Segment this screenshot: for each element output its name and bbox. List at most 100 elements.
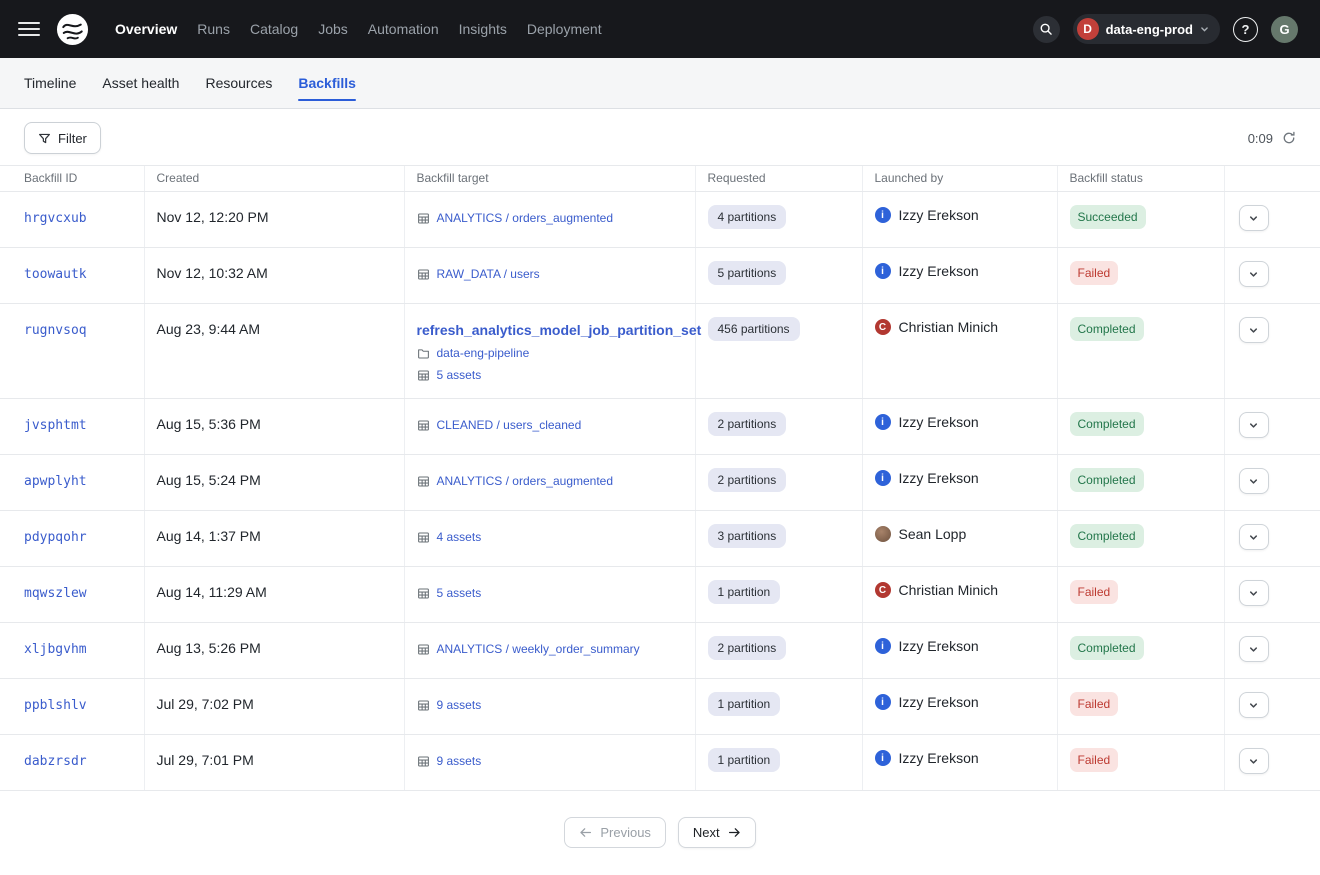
- next-page-button[interactable]: Next: [678, 817, 756, 848]
- deployment-switcher[interactable]: D data-eng-prod: [1073, 14, 1220, 44]
- nav-item-catalog[interactable]: Catalog: [240, 15, 308, 43]
- nav-item-insights[interactable]: Insights: [449, 15, 517, 43]
- row-actions-button[interactable]: [1239, 205, 1269, 231]
- row-actions-button[interactable]: [1239, 412, 1269, 438]
- backfill-id-link[interactable]: dabzrsdr: [24, 754, 87, 769]
- toolbar: Filter 0:09: [0, 109, 1320, 165]
- funnel-icon: [38, 132, 51, 145]
- logo-swirl-icon: [56, 13, 89, 46]
- help-icon: ?: [1242, 22, 1250, 37]
- launched-by: iIzzy Erekson: [875, 694, 1045, 710]
- deployment-badge: D: [1077, 18, 1099, 40]
- row-actions-button[interactable]: [1239, 580, 1269, 606]
- launched-by: Sean Lopp: [875, 526, 1045, 542]
- table-row: jvsphtmtAug 15, 5:36 PMCLEANED / users_c…: [0, 399, 1320, 455]
- previous-page-button[interactable]: Previous: [564, 817, 666, 848]
- nav-item-jobs[interactable]: Jobs: [308, 15, 358, 43]
- launched-by-name: Izzy Erekson: [899, 263, 979, 279]
- dagster-logo[interactable]: [56, 13, 89, 46]
- backfill-id-link[interactable]: hrgvcxub: [24, 211, 87, 226]
- backfill-status-badge: Completed: [1070, 468, 1144, 492]
- backfill-target-line: CLEANED / users_cleaned: [417, 418, 683, 432]
- table-icon: [417, 699, 430, 712]
- backfill-target-link[interactable]: 9 assets: [437, 754, 482, 768]
- refresh-button[interactable]: [1282, 131, 1296, 145]
- row-actions-button[interactable]: [1239, 317, 1269, 343]
- hamburger-menu-icon[interactable]: [16, 18, 42, 40]
- backfill-target-link[interactable]: ANALYTICS / weekly_order_summary: [437, 642, 640, 656]
- tab-asset-health[interactable]: Asset health: [102, 58, 179, 108]
- backfill-status-badge: Completed: [1070, 524, 1144, 548]
- row-actions-button[interactable]: [1239, 748, 1269, 774]
- table-icon: [417, 643, 430, 656]
- row-actions-button[interactable]: [1239, 524, 1269, 550]
- backfill-target-link[interactable]: 4 assets: [437, 530, 482, 544]
- tab-timeline[interactable]: Timeline: [24, 58, 76, 108]
- row-actions-button[interactable]: [1239, 692, 1269, 718]
- deployment-name: data-eng-prod: [1106, 22, 1193, 37]
- backfill-target-link[interactable]: 5 assets: [437, 586, 482, 600]
- table-icon: [417, 531, 430, 544]
- backfill-id-link[interactable]: mqwszlew: [24, 586, 87, 601]
- table-row: hrgvcxubNov 12, 12:20 PMANALYTICS / orde…: [0, 192, 1320, 248]
- filter-button[interactable]: Filter: [24, 122, 101, 154]
- backfill-target-title-link[interactable]: refresh_analytics_model_job_partition_se…: [417, 322, 683, 338]
- backfill-target-link[interactable]: data-eng-pipeline: [437, 346, 530, 360]
- chevron-down-icon: [1248, 269, 1259, 280]
- chevron-down-icon: [1248, 756, 1259, 767]
- nav-item-overview[interactable]: Overview: [105, 15, 187, 43]
- launched-by: CChristian Minich: [875, 582, 1045, 598]
- requested-partitions-badge: 3 partitions: [708, 524, 787, 548]
- refresh-timer-group: 0:09: [1248, 131, 1296, 146]
- launched-by: iIzzy Erekson: [875, 638, 1045, 654]
- refresh-countdown: 0:09: [1248, 131, 1273, 146]
- backfill-id-link[interactable]: jvsphtmt: [24, 418, 87, 433]
- row-actions-button[interactable]: [1239, 636, 1269, 662]
- main-nav: OverviewRunsCatalogJobsAutomationInsight…: [105, 15, 612, 43]
- row-actions-button[interactable]: [1239, 468, 1269, 494]
- tab-backfills[interactable]: Backfills: [298, 58, 356, 108]
- column-header-backfill-target: Backfill target: [404, 166, 695, 192]
- backfill-target-line: 4 assets: [417, 530, 683, 544]
- backfill-id-link[interactable]: ppblshlv: [24, 698, 87, 713]
- launched-by-name: Izzy Erekson: [899, 470, 979, 486]
- backfill-target-line: ANALYTICS / orders_augmented: [417, 211, 683, 225]
- created-timestamp: Jul 29, 7:01 PM: [157, 752, 254, 768]
- backfill-target-link[interactable]: CLEANED / users_cleaned: [437, 418, 582, 432]
- backfill-status-badge: Succeeded: [1070, 205, 1146, 229]
- nav-item-deployment[interactable]: Deployment: [517, 15, 612, 43]
- chevron-down-icon: [1248, 644, 1259, 655]
- requested-partitions-badge: 5 partitions: [708, 261, 787, 285]
- column-header-actions: [1224, 166, 1320, 192]
- backfill-id-link[interactable]: pdypqohr: [24, 530, 87, 545]
- chevron-down-icon: [1248, 213, 1259, 224]
- backfill-id-link[interactable]: toowautk: [24, 267, 87, 282]
- tab-resources[interactable]: Resources: [205, 58, 272, 108]
- search-button[interactable]: [1033, 16, 1060, 43]
- backfill-status-badge: Completed: [1070, 636, 1144, 660]
- backfill-id-link[interactable]: apwplyht: [24, 474, 87, 489]
- user-avatar-icon: i: [875, 414, 891, 430]
- backfill-target-link[interactable]: 5 assets: [437, 368, 482, 382]
- table-icon: [417, 587, 430, 600]
- user-avatar[interactable]: G: [1271, 16, 1298, 43]
- backfill-target-link[interactable]: RAW_DATA / users: [437, 267, 540, 281]
- folder-icon: [417, 347, 430, 360]
- chevron-down-icon: [1200, 25, 1209, 34]
- row-actions-button[interactable]: [1239, 261, 1269, 287]
- nav-item-automation[interactable]: Automation: [358, 15, 449, 43]
- table-icon: [417, 369, 430, 382]
- help-button[interactable]: ?: [1233, 17, 1258, 42]
- user-avatar-icon: i: [875, 750, 891, 766]
- backfill-target-link[interactable]: 9 assets: [437, 698, 482, 712]
- created-timestamp: Jul 29, 7:02 PM: [157, 696, 254, 712]
- backfill-id-link[interactable]: rugnvsoq: [24, 323, 87, 338]
- backfill-target-link[interactable]: ANALYTICS / orders_augmented: [437, 211, 614, 225]
- backfill-target-link[interactable]: ANALYTICS / orders_augmented: [437, 474, 614, 488]
- backfill-target-line: ANALYTICS / weekly_order_summary: [417, 642, 683, 656]
- backfill-target-line: 9 assets: [417, 698, 683, 712]
- requested-partitions-badge: 1 partition: [708, 580, 781, 604]
- nav-item-runs[interactable]: Runs: [187, 15, 240, 43]
- backfill-id-link[interactable]: xljbgvhm: [24, 642, 87, 657]
- refresh-icon: [1282, 131, 1296, 145]
